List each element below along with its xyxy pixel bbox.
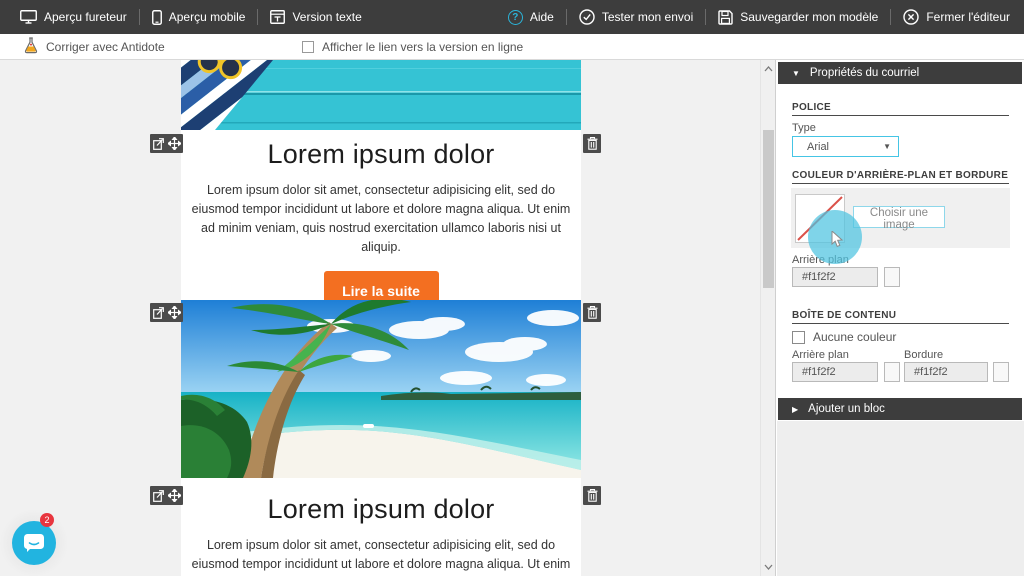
font-type-select[interactable]: Arial ▼ [792, 136, 899, 157]
font-type-value: Arial [807, 141, 829, 153]
no-color-checkbox[interactable] [792, 331, 805, 344]
speech-bubble-icon [23, 533, 45, 553]
text-version-icon [270, 10, 285, 24]
floppy-disk-icon [718, 10, 733, 25]
cursor-icon [831, 231, 844, 248]
section-rule [792, 115, 1009, 116]
canvas-scrollbar[interactable] [760, 60, 775, 576]
panel-footer [777, 421, 1024, 576]
no-color-option: Aucune couleur [792, 330, 896, 344]
preview-browser-label: Aperçu fureteur [44, 10, 127, 24]
section-title-background: COULEUR D'ARRIÈRE-PLAN ET BORDURE [792, 170, 1008, 181]
close-editor-label: Fermer l'éditeur [926, 10, 1010, 24]
scroll-down-arrow[interactable] [761, 560, 776, 574]
email-canvas: Lorem ipsum dolor Lorem ipsum dolor sit … [0, 60, 760, 576]
block3-delete-button[interactable] [583, 486, 601, 505]
block2-delete-button[interactable] [583, 303, 601, 322]
help-button[interactable]: ? Aide [496, 0, 566, 34]
choose-image-button[interactable]: Choisir une image [853, 206, 945, 228]
background-color-input[interactable] [792, 267, 878, 287]
online-version-label: Afficher le lien vers la version en lign… [322, 40, 523, 54]
preview-browser-button[interactable]: Aperçu fureteur [20, 0, 139, 34]
panel-header-label: Propriétés du courriel [810, 67, 919, 79]
antidote-flask-icon [24, 37, 38, 57]
test-send-button[interactable]: Tester mon envoi [567, 0, 705, 34]
content-bg-input[interactable] [792, 362, 878, 382]
move-block-icon[interactable] [166, 486, 182, 505]
save-template-label: Sauvegarder mon modèle [740, 10, 878, 24]
email-text-block-2[interactable]: Lorem ipsum dolor Lorem ipsum dolor sit … [181, 478, 581, 576]
block1-delete-button[interactable] [583, 134, 601, 153]
test-send-label: Tester mon envoi [602, 10, 693, 24]
read-more-button[interactable]: Lire la suite [324, 271, 439, 300]
block3-controls [150, 486, 183, 505]
duplicate-block-icon[interactable] [150, 486, 166, 505]
chat-notification-badge: 2 [40, 513, 54, 527]
save-template-button[interactable]: Sauvegarder mon modèle [706, 0, 890, 34]
preview-mobile-button[interactable]: Aperçu mobile [140, 0, 258, 34]
click-indicator [808, 210, 862, 264]
help-label: Aide [530, 10, 554, 24]
email-heading-1: Lorem ipsum dolor [181, 130, 581, 170]
scroll-up-arrow[interactable] [761, 62, 776, 76]
font-type-label: Type [792, 122, 816, 134]
email-content-column: Lorem ipsum dolor Lorem ipsum dolor sit … [181, 60, 581, 576]
collapse-triangle-icon: ▼ [792, 69, 800, 78]
toolbar-left-group: Aperçu fureteur Aperçu mobile Version te… [20, 0, 374, 34]
section-rule [792, 183, 1009, 184]
antidote-correct-label: Corriger avec Antidote [46, 40, 165, 54]
monitor-icon [20, 10, 37, 24]
section-title-content-box: BOÎTE DE CONTENU [792, 310, 896, 321]
content-border-input[interactable] [904, 362, 988, 382]
secondary-toolbar: Corriger avec Antidote Afficher le lien … [0, 34, 1024, 60]
online-version-checkbox[interactable] [302, 41, 314, 53]
email-image-beach-towel[interactable] [181, 60, 581, 130]
no-color-label: Aucune couleur [813, 330, 896, 344]
email-paragraph-1: Lorem ipsum dolor sit amet, consectetur … [189, 181, 573, 257]
duplicate-block-icon[interactable] [150, 303, 166, 322]
toolbar-right-group: ? Aide Tester mon envoi Sauvegarder mon … [496, 0, 1010, 34]
email-image-tropical-beach[interactable] [181, 300, 581, 478]
chat-bubble-button[interactable] [12, 521, 56, 565]
block2-controls [150, 303, 183, 322]
panel-header-add-block[interactable]: ▶ Ajouter un bloc [778, 398, 1022, 420]
move-block-icon[interactable] [166, 134, 182, 153]
content-border-label: Bordure [904, 349, 943, 361]
close-editor-button[interactable]: Fermer l'éditeur [891, 0, 1010, 34]
phone-icon [152, 10, 162, 25]
background-color-swatch[interactable] [884, 267, 900, 287]
editor-toolbar: Aperçu fureteur Aperçu mobile Version te… [0, 0, 1024, 34]
email-text-block-1[interactable]: Lorem ipsum dolor Lorem ipsum dolor sit … [181, 130, 581, 300]
content-border-swatch[interactable] [993, 362, 1009, 382]
section-rule [792, 323, 1009, 324]
email-paragraph-2: Lorem ipsum dolor sit amet, consectetur … [189, 536, 573, 576]
content-bg-label: Arrière plan [792, 349, 849, 361]
help-icon: ? [508, 10, 523, 25]
content-bg-swatch[interactable] [884, 362, 900, 382]
panel-header-email-properties[interactable]: ▼ Propriétés du courriel [778, 62, 1022, 84]
chevron-down-icon: ▼ [883, 142, 891, 151]
email-heading-2: Lorem ipsum dolor [181, 478, 581, 525]
text-version-label: Version texte [292, 10, 361, 24]
scrollbar-thumb[interactable] [763, 130, 774, 288]
antidote-correct-button[interactable]: Corriger avec Antidote [24, 34, 165, 60]
preview-mobile-label: Aperçu mobile [169, 10, 246, 24]
section-title-police: POLICE [792, 102, 831, 113]
add-block-label: Ajouter un bloc [808, 403, 885, 415]
close-circle-icon [903, 9, 919, 25]
block1-controls [150, 134, 183, 153]
duplicate-block-icon[interactable] [150, 134, 166, 153]
online-version-option: Afficher le lien vers la version en lign… [302, 34, 523, 60]
move-block-icon[interactable] [166, 303, 182, 322]
expand-triangle-icon: ▶ [792, 405, 798, 414]
properties-panel: ▼ Propriétés du courriel POLICE Type Ari… [775, 60, 1024, 576]
check-circle-icon [579, 9, 595, 25]
text-version-button[interactable]: Version texte [258, 0, 373, 34]
